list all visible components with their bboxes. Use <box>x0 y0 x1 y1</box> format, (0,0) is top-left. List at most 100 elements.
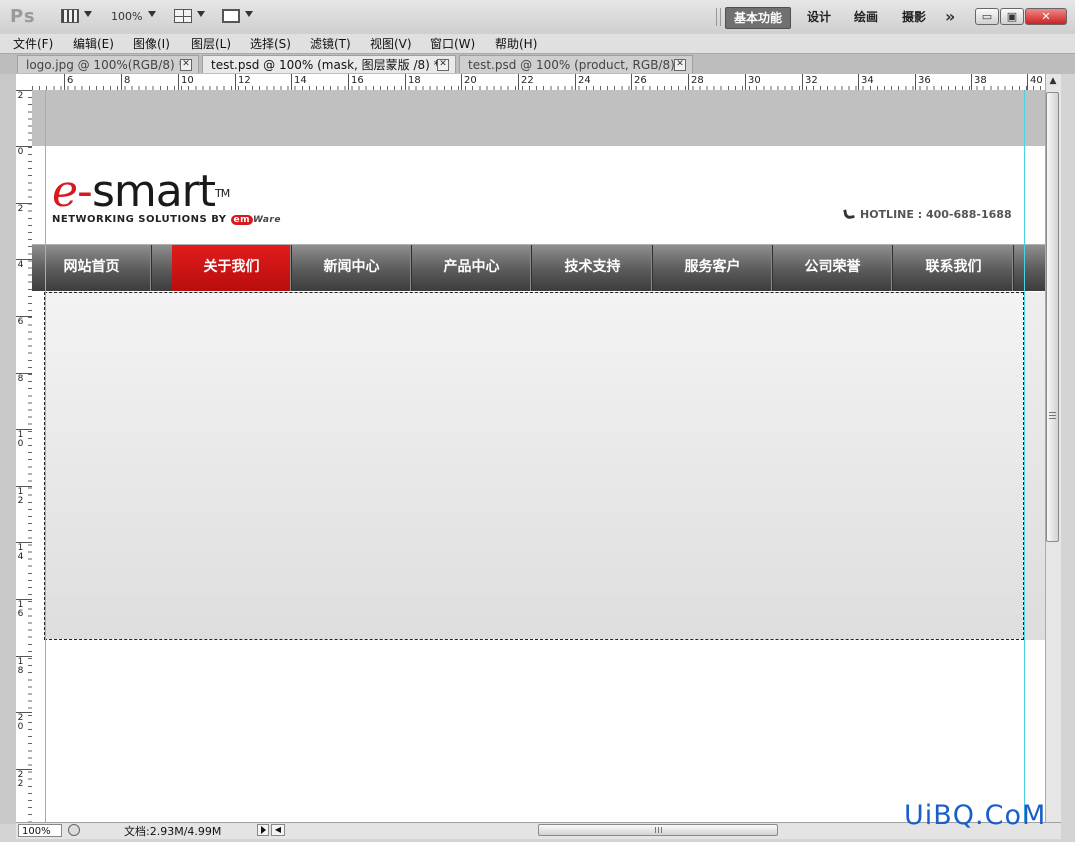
ruler-label: 38 <box>974 75 987 86</box>
screen-mode-icon[interactable] <box>222 9 240 23</box>
ruler-tick <box>461 74 462 90</box>
menu-layer[interactable]: 图层(L) <box>191 35 231 52</box>
ruler-origin[interactable] <box>16 74 33 91</box>
guide-line-left[interactable] <box>45 90 46 822</box>
tab-label: test.psd @ 100% (mask, 图层蒙版 /8) * <box>211 58 440 72</box>
close-icon[interactable]: ✕ <box>674 59 686 71</box>
menu-filter[interactable]: 滤镜(T) <box>310 35 351 52</box>
film-strip-icon[interactable] <box>61 9 79 23</box>
ruler-label: 4 <box>17 260 24 270</box>
ruler-tick <box>745 74 746 90</box>
ruler-tick <box>1027 74 1028 90</box>
ruler-label: 6 <box>17 317 24 327</box>
grip-icon <box>1049 412 1056 420</box>
ruler-tick <box>178 74 179 90</box>
menu-select[interactable]: 选择(S) <box>250 35 291 52</box>
tab-logo-jpg[interactable]: logo.jpg @ 100%(RGB/8) * ✕ <box>17 55 199 73</box>
nav-item-support[interactable]: 技术支持 <box>533 245 653 291</box>
horizontal-ruler[interactable]: 6 8 10 12 14 16 18 20 22 24 26 28 30 32 34 36 38 40 <box>32 74 1045 91</box>
ruler-tick <box>688 74 689 90</box>
photoshop-logo: Ps <box>10 6 36 27</box>
menu-window[interactable]: 窗口(W) <box>430 35 475 52</box>
tab-label: logo.jpg @ 100%(RGB/8) * <box>26 58 185 72</box>
nav-item-products[interactable]: 产品中心 <box>412 245 532 291</box>
phone-icon <box>843 208 855 220</box>
vertical-scroll-thumb[interactable] <box>1046 92 1059 542</box>
scroll-left-icon[interactable]: ◀ <box>271 824 285 836</box>
workspace-design-button[interactable]: 设计 <box>799 7 839 27</box>
ruler-tick <box>518 74 519 90</box>
ruler-tick <box>802 74 803 90</box>
ruler-tick <box>348 74 349 90</box>
nav-item-contact[interactable]: 联系我们 <box>894 245 1014 291</box>
ruler-label: 36 <box>918 75 931 86</box>
status-info-icon[interactable] <box>68 824 80 836</box>
emware-text: Ware <box>253 215 281 225</box>
ruler-tick <box>121 74 122 90</box>
logo-e: e <box>52 166 78 217</box>
restore-button[interactable]: ▣ <box>1000 8 1024 25</box>
close-icon[interactable]: ✕ <box>180 59 192 71</box>
scroll-up-icon[interactable]: ▲ <box>1045 76 1061 90</box>
ruler-tick <box>971 74 972 90</box>
chevron-down-icon[interactable] <box>148 11 156 17</box>
tab-test-psd-mask[interactable]: test.psd @ 100% (mask, 图层蒙版 /8) * ✕ <box>202 55 456 73</box>
grip-icon <box>655 827 662 833</box>
menu-image[interactable]: 图像(I) <box>133 35 170 52</box>
toolbar-divider <box>716 8 721 26</box>
ruler-label: 10 <box>181 75 194 86</box>
close-icon[interactable]: ✕ <box>437 59 449 71</box>
nav-item-home[interactable]: 网站首页 <box>32 245 152 291</box>
menu-help[interactable]: 帮助(H) <box>495 35 537 52</box>
ruler-tick <box>64 74 65 90</box>
workspace-painting-button[interactable]: 绘画 <box>846 7 886 27</box>
ruler-label: 0 <box>17 147 24 157</box>
ruler-label: 22 <box>17 770 24 789</box>
nav-item-honors[interactable]: 公司荣誉 <box>773 245 893 291</box>
ruler-label: 18 <box>17 657 24 676</box>
status-menu-arrow-icon[interactable] <box>257 824 269 836</box>
more-workspaces-icon[interactable]: » <box>945 7 955 26</box>
nav-item-news[interactable]: 新闻中心 <box>292 245 412 291</box>
close-button[interactable]: ✕ <box>1025 8 1067 25</box>
zoom-field[interactable]: 100% <box>18 824 62 837</box>
ruler-label: 24 <box>578 75 591 86</box>
minimize-button[interactable]: ▭ <box>975 8 999 25</box>
hotline-text: HOTLINE : 400-688-1688 <box>860 208 1012 221</box>
ruler-label: 32 <box>805 75 818 86</box>
menu-file[interactable]: 文件(F) <box>13 35 53 52</box>
ruler-label: 22 <box>521 75 534 86</box>
ruler-label: 6 <box>67 75 74 86</box>
logo-dash: - <box>77 166 93 217</box>
ruler-label: 28 <box>691 75 704 86</box>
chevron-down-icon[interactable] <box>245 11 253 17</box>
logo-smart: smart <box>91 166 216 217</box>
ruler-label: 40 <box>1030 75 1043 86</box>
menu-view[interactable]: 视图(V) <box>370 35 412 52</box>
banner-selection-area[interactable] <box>44 292 1024 640</box>
logo-trademark: TM <box>215 187 230 200</box>
ruler-label: 18 <box>408 75 421 86</box>
menu-edit[interactable]: 编辑(E) <box>73 35 114 52</box>
guide-line-right[interactable] <box>1024 90 1025 822</box>
nav-item-about[interactable]: 关于我们 <box>172 245 292 291</box>
tab-test-psd-product[interactable]: test.psd @ 100% (product, RGB/8) * ✕ <box>459 55 693 73</box>
chevron-down-icon[interactable] <box>197 11 205 17</box>
hotline: HOTLINE : 400-688-1688 <box>843 208 1012 221</box>
tab-label: test.psd @ 100% (product, RGB/8) * <box>468 58 685 72</box>
ruler-label: 8 <box>17 374 24 384</box>
arrange-documents-icon[interactable] <box>174 9 192 23</box>
ruler-label: 30 <box>748 75 761 86</box>
workspace-photography-button[interactable]: 摄影 <box>894 7 934 27</box>
vertical-ruler[interactable]: 20246810121416182022 <box>16 90 33 822</box>
logo-wordmark: e-smartTM <box>52 170 281 214</box>
nav-item-clients[interactable]: 服务客户 <box>653 245 773 291</box>
emware-badge: em <box>230 215 254 225</box>
chevron-down-icon[interactable] <box>84 11 92 17</box>
ruler-tick <box>235 74 236 90</box>
ruler-label: 16 <box>17 600 24 619</box>
zoom-level-select[interactable]: 100% <box>111 10 142 23</box>
workspace-essentials-button[interactable]: 基本功能 <box>725 7 792 29</box>
ruler-label: 14 <box>294 75 307 86</box>
document-canvas[interactable]: e-smartTM NETWORKING SOLUTIONS BY em Ware… <box>32 90 1045 822</box>
